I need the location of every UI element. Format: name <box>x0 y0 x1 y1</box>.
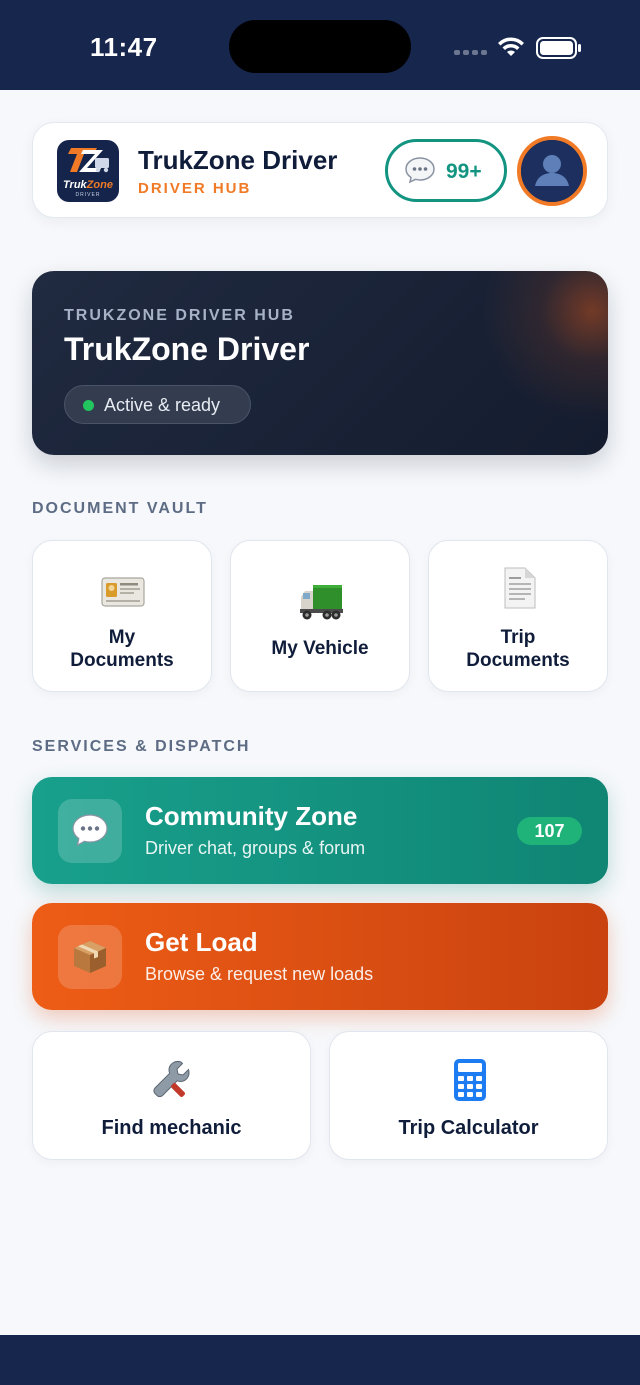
truck-logo-icon <box>68 148 109 173</box>
status-dot-icon <box>83 400 94 411</box>
wifi-icon <box>498 37 524 56</box>
community-zone-title: Community Zone <box>145 801 358 831</box>
package-icon <box>74 941 106 973</box>
trip-calculator-tile[interactable]: Trip Calculator <box>329 1031 608 1160</box>
get-load-subtitle: Browse & request new loads <box>145 964 374 984</box>
status-bar: 11:47 <box>0 0 640 90</box>
profile-avatar-button[interactable] <box>517 136 587 206</box>
logo-wordmark: TrukZone <box>63 179 113 191</box>
my-vehicle-label: My Vehicle <box>271 638 369 659</box>
id-card-icon <box>101 577 145 607</box>
find-mechanic-label: Find mechanic <box>101 1117 242 1139</box>
app-logo: TrukZone DRIVER <box>57 140 119 202</box>
get-load-icon-box <box>58 925 122 989</box>
message-count: 99+ <box>446 160 482 183</box>
bottom-bar <box>0 1335 640 1385</box>
trip-calculator-label: Trip Calculator <box>398 1117 539 1139</box>
dynamic-island <box>229 20 411 73</box>
hero-title: TrukZone Driver <box>64 331 310 367</box>
community-zone-subtitle: Driver chat, groups & forum <box>145 838 366 858</box>
community-zone-button[interactable]: Community Zone Driver chat, groups & for… <box>32 777 608 884</box>
status-time: 11:47 <box>90 32 158 62</box>
status-chip: Active & ready <box>64 385 251 424</box>
battery-icon <box>536 37 581 59</box>
messages-button[interactable]: 99+ <box>385 139 507 202</box>
app-subtitle: DRIVER HUB <box>138 180 252 197</box>
section-label-services: SERVICES & DISPATCH <box>32 738 251 755</box>
wrench-icon <box>153 1061 190 1098</box>
hero-eyebrow: TRUKZONE DRIVER HUB <box>64 307 295 324</box>
truck-icon <box>300 585 343 620</box>
hero-card: TRUKZONE DRIVER HUB TrukZone Driver Acti… <box>32 271 608 455</box>
my-documents-label: My Documents <box>70 627 174 671</box>
trip-documents-tile[interactable]: Trip Documents <box>428 540 608 692</box>
cellular-signal-icon <box>454 50 487 55</box>
status-text: Active & ready <box>104 395 221 415</box>
my-vehicle-tile[interactable]: My Vehicle <box>230 540 410 692</box>
chat-icon <box>405 157 435 184</box>
app-title: TrukZone Driver <box>138 145 338 175</box>
document-icon <box>504 567 536 609</box>
find-mechanic-tile[interactable]: Find mechanic <box>32 1031 311 1160</box>
chat-bubble-icon <box>72 814 108 847</box>
community-icon-box <box>58 799 122 863</box>
user-avatar-icon <box>521 140 583 202</box>
get-load-title: Get Load <box>145 927 258 957</box>
trip-documents-label: Trip Documents <box>466 627 570 671</box>
community-count-badge: 107 <box>517 817 582 845</box>
section-label-document-vault: DOCUMENT VAULT <box>32 500 208 517</box>
calculator-icon <box>454 1059 486 1101</box>
logo-subtext: DRIVER <box>75 192 101 198</box>
my-documents-tile[interactable]: My Documents <box>32 540 212 692</box>
get-load-button[interactable]: Get Load Browse & request new loads <box>32 903 608 1010</box>
header-card: TrukZone DRIVER TrukZone Driver DRIVER H… <box>32 122 608 218</box>
